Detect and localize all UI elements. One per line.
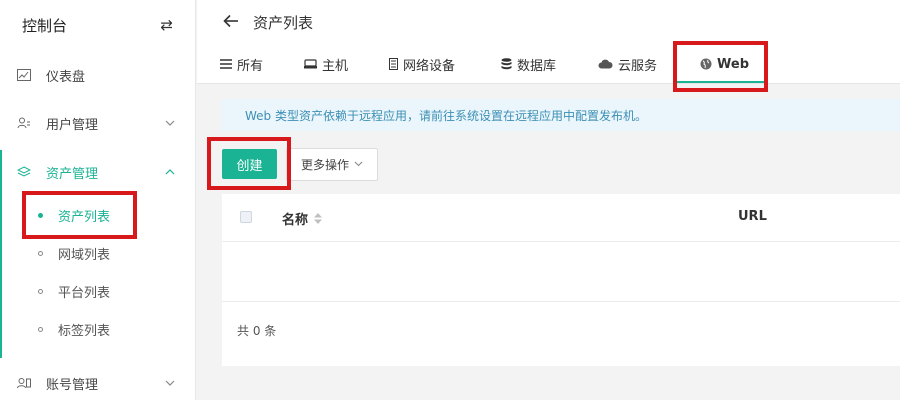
more-actions-label: 更多操作	[300, 158, 349, 172]
pagination-total: 共 0 条	[237, 324, 277, 338]
more-actions-dropdown[interactable]: 更多操作	[286, 148, 378, 181]
page-title: 资产列表	[253, 14, 314, 32]
chevron-down-icon	[164, 118, 176, 129]
info-alert-text: Web 类型资产依赖于远程应用，请前往系统设置在远程应用中配置发布机。	[245, 108, 647, 123]
sidebar-title: 控制台	[22, 16, 68, 35]
sidebar-subitem-label: 平台列表	[58, 285, 111, 301]
dashboard-icon	[16, 67, 32, 83]
sidebar-header: 控制台 ⇄	[0, 0, 195, 50]
sidebar-item-label: 仪表盘	[46, 69, 86, 85]
bullet-icon	[38, 288, 43, 294]
users-icon	[16, 115, 32, 131]
highlight-box-asset-list	[22, 191, 137, 239]
tab-label: 云服务	[618, 58, 658, 74]
column-header-label: 名称	[282, 213, 309, 228]
layers-icon	[16, 164, 32, 180]
column-header-url: URL	[738, 209, 767, 224]
column-header-name[interactable]: 名称	[282, 209, 323, 228]
sidebar-item-label: 账号管理	[46, 377, 99, 393]
sidebar-item-label: 用户管理	[46, 117, 99, 133]
sidebar-item-accounts[interactable]: 账号管理	[0, 361, 196, 400]
cloud-icon	[598, 59, 613, 69]
sidebar-subitem-platform-list[interactable]: 平台列表	[0, 272, 196, 310]
chevron-down-icon	[354, 160, 363, 170]
select-all-checkbox[interactable]	[240, 211, 252, 223]
tab-label: 所有	[237, 58, 264, 74]
bullet-icon	[38, 326, 43, 332]
sidebar-subitem-label-list[interactable]: 标签列表	[0, 310, 196, 348]
tab-host[interactable]: 主机	[304, 45, 348, 83]
host-icon	[304, 59, 317, 69]
sort-icon[interactable]	[314, 213, 323, 224]
tab-cloud[interactable]: 云服务	[598, 45, 657, 83]
sidebar-item-label: 资产管理	[46, 166, 99, 182]
chevron-down-icon	[164, 378, 176, 389]
highlight-box-create-button	[207, 137, 291, 190]
switch-icon[interactable]: ⇄	[160, 16, 173, 34]
title-row: 资产列表	[223, 12, 313, 33]
database-icon	[501, 58, 512, 70]
list-icon	[220, 59, 232, 69]
info-alert: Web 类型资产依赖于远程应用，请前往系统设置在远程应用中配置发布机。	[221, 99, 900, 131]
tab-label: 网络设备	[403, 58, 456, 74]
asset-table: 名称 URL 共 0 条	[222, 194, 900, 366]
sidebar-subitem-label: 标签列表	[58, 323, 111, 339]
back-arrow-icon[interactable]	[223, 12, 239, 33]
sidebar-item-assets[interactable]: 资产管理	[0, 150, 196, 194]
sidebar-subitem-domain-list[interactable]: 网域列表	[0, 234, 196, 272]
sidebar-item-dashboard[interactable]: 仪表盘	[0, 53, 196, 97]
highlight-box-web-tab	[673, 41, 768, 92]
accounts-icon	[16, 375, 32, 391]
tab-label: 数据库	[517, 58, 557, 74]
tab-all[interactable]: 所有	[220, 45, 263, 83]
tab-label: 主机	[322, 58, 349, 74]
table-empty-body	[222, 242, 900, 302]
network-device-icon	[389, 58, 398, 70]
chevron-up-icon	[164, 167, 176, 178]
sidebar-item-users[interactable]: 用户管理	[0, 101, 196, 145]
tab-network-device[interactable]: 网络设备	[389, 45, 455, 83]
page-header: 资产列表 所有 主机 网络设备 数据库 云服务 Web	[197, 0, 900, 84]
table-header-row: 名称 URL	[222, 194, 900, 242]
sidebar-subitem-label: 网域列表	[58, 247, 111, 263]
tab-database[interactable]: 数据库	[501, 45, 556, 83]
bullet-icon	[38, 250, 43, 256]
